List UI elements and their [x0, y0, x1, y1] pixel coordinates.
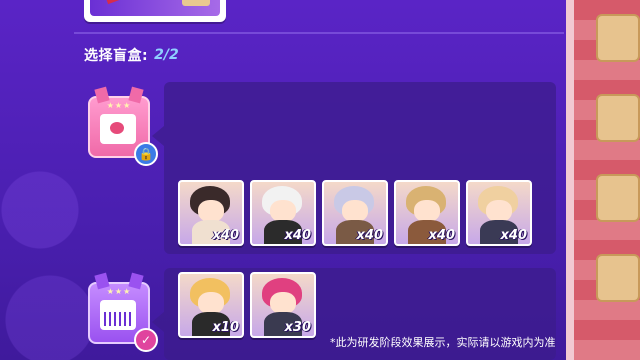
character-face	[198, 200, 224, 222]
cake-icon	[100, 114, 136, 144]
biscuit-tile	[596, 254, 640, 302]
character-card[interactable]: x10	[178, 272, 244, 338]
quantity-label: x40	[356, 228, 383, 243]
character-card[interactable]: x30	[250, 272, 316, 338]
piano-icon	[100, 300, 136, 330]
quantity-label: x40	[500, 228, 527, 243]
quantity-label: x30	[284, 320, 311, 335]
quantity-label: x40	[212, 228, 239, 243]
quantity-label: x10	[212, 320, 239, 335]
selection-count: 2/2	[154, 47, 179, 63]
biscuit-tile	[596, 14, 640, 62]
biscuit-tile	[596, 174, 640, 222]
divider	[74, 32, 564, 34]
character-face	[342, 200, 368, 222]
quantity-label: x40	[428, 228, 455, 243]
blind-box-selection-title: 选择盲盒: 2/2	[84, 45, 179, 65]
character-face	[198, 292, 224, 314]
character-card[interactable]: x40	[466, 180, 532, 246]
character-card[interactable]: x40	[250, 180, 316, 246]
character-face	[414, 200, 440, 222]
character-face	[486, 200, 512, 222]
rarity-stars: ★★★	[106, 101, 132, 110]
title-label: 选择盲盒:	[84, 48, 149, 64]
quantity-label: x40	[284, 228, 311, 243]
character-card[interactable]: x40	[322, 180, 388, 246]
right-edge-character-strip	[566, 0, 640, 360]
cookie-icon	[182, 0, 210, 6]
blind-box-1-icon[interactable]: ★★★ 🔒	[88, 86, 158, 166]
character-card[interactable]: x40	[178, 180, 244, 246]
character-face	[270, 292, 296, 314]
biscuit-tile	[596, 94, 640, 142]
character-face	[270, 200, 296, 222]
rarity-stars: ★★★	[106, 287, 132, 296]
character-card[interactable]: x40	[394, 180, 460, 246]
disclaimer-text: *此为研发阶段效果展示，实际请以游戏内为准	[330, 336, 556, 349]
blind-box-2-icon[interactable]: ★★★ ✓	[88, 272, 158, 352]
top-blind-box-card[interactable]	[84, 0, 226, 22]
